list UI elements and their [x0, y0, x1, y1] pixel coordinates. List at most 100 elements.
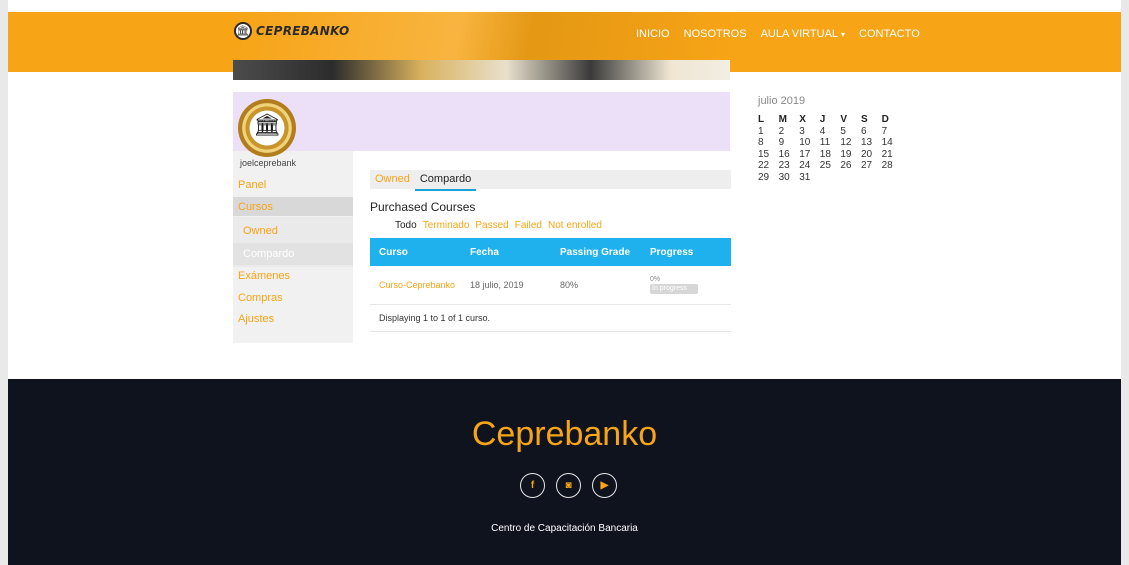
calendar-week: 29 30 31 [758, 172, 902, 184]
weekday: J [819, 114, 826, 125]
calendar-day[interactable]: 14 [882, 137, 903, 149]
courses-table: Curso Fecha Passing Grade Progress Curso… [370, 238, 731, 332]
calendar-day[interactable]: 9 [779, 137, 800, 149]
page-edge-left [0, 0, 8, 565]
calendar-day[interactable]: 31 [799, 172, 820, 184]
weekday: D [881, 114, 889, 125]
calendar-day[interactable]: 6 [861, 126, 882, 138]
calendar-day[interactable]: 7 [882, 126, 903, 138]
table-footer: Displaying 1 to 1 of 1 curso. [370, 305, 731, 332]
course-passing-grade: 80% [560, 280, 579, 290]
table-row: Curso-Ceprebanko 18 julio, 2019 80% 0% I… [370, 266, 731, 305]
calendar-day[interactable]: 19 [840, 149, 861, 161]
progress-percent: 0% [650, 276, 661, 283]
calendar-day[interactable]: 20 [861, 149, 882, 161]
chevron-down-icon: ▾ [841, 30, 846, 39]
calendar-day[interactable]: 27 [861, 160, 882, 172]
calendar-day[interactable]: 11 [820, 137, 841, 149]
calendar-day [820, 172, 841, 184]
header-progress: Progress [650, 247, 694, 258]
calendar-day[interactable]: 10 [799, 137, 820, 149]
calendar-day[interactable]: 22 [758, 160, 779, 172]
sidebar-item-examenes[interactable]: Exámenes [238, 270, 290, 282]
calendar-day[interactable]: 16 [779, 149, 800, 161]
brand-name: CEPREBANKO [256, 24, 350, 38]
filter-todo[interactable]: Todo [395, 220, 417, 231]
profile-banner [233, 92, 730, 151]
calendar-day[interactable]: 8 [758, 137, 779, 149]
calendar-day[interactable]: 28 [882, 160, 903, 172]
hero-image-strip [233, 60, 730, 80]
calendar-day[interactable]: 15 [758, 149, 779, 161]
calendar: L M X J V S D 1 2 3 4 5 6 7 8 9 10 11 12… [758, 114, 902, 183]
sidebar-item-compras[interactable]: Compras [238, 292, 283, 304]
weekday: X [799, 114, 806, 125]
nav-nosotros[interactable]: NOSOTROS [684, 28, 747, 40]
calendar-day [861, 172, 882, 184]
course-link[interactable]: Curso-Ceprebanko [379, 280, 455, 290]
instagram-icon[interactable]: ◙ [556, 473, 581, 498]
section-title: Purchased Courses [370, 200, 476, 214]
filter-terminado[interactable]: Terminado [423, 220, 470, 231]
calendar-day[interactable]: 26 [840, 160, 861, 172]
sidebar-item-panel[interactable]: Panel [238, 179, 266, 191]
header-curso: Curso [379, 247, 408, 258]
facebook-icon[interactable]: f [520, 473, 545, 498]
filter-not-enrolled[interactable]: Not enrolled [548, 220, 602, 231]
avatar: 🏛 [238, 99, 296, 157]
header-passing-grade: Passing Grade [560, 247, 631, 258]
nav-contacto[interactable]: CONTACTO [859, 28, 920, 40]
course-tabs: Owned Compardo [370, 170, 731, 191]
weekday: M [778, 114, 787, 125]
calendar-day[interactable]: 18 [820, 149, 841, 161]
calendar-day [840, 172, 861, 184]
table-header: Curso Fecha Passing Grade Progress [370, 238, 731, 266]
profile-username: joelceprebank [240, 158, 297, 168]
sidebar-item-owned[interactable]: Owned [243, 225, 278, 237]
calendar-day[interactable]: 17 [799, 149, 820, 161]
filter-passed[interactable]: Passed [475, 220, 508, 231]
site-logo[interactable]: 🏛 CEPREBANKO [234, 22, 349, 40]
social-links: f ◙ ▶ [520, 473, 617, 498]
calendar-week: 1 2 3 4 5 6 7 [758, 126, 902, 138]
weekday: V [840, 114, 848, 125]
filter-failed[interactable]: Failed [515, 220, 542, 231]
bank-icon: 🏛 [234, 22, 252, 40]
calendar-day[interactable]: 13 [861, 137, 882, 149]
nav-inicio[interactable]: INICIO [636, 28, 670, 40]
main-nav: INICIO NOSOTROS AULA VIRTUAL ▾ CONTACTO [636, 28, 920, 40]
nav-aula-virtual[interactable]: AULA VIRTUAL ▾ [761, 28, 845, 40]
calendar-day[interactable]: 3 [799, 126, 820, 138]
calendar-day[interactable]: 5 [840, 126, 861, 138]
weekday: L [758, 114, 765, 125]
calendar-day[interactable]: 29 [758, 172, 779, 184]
nav-aula-virtual-label: AULA VIRTUAL [760, 28, 839, 40]
calendar-day[interactable]: 21 [882, 149, 903, 161]
calendar-day[interactable]: 23 [779, 160, 800, 172]
header-fecha: Fecha [470, 247, 499, 258]
bank-icon: 🏛 [253, 112, 281, 137]
youtube-icon[interactable]: ▶ [592, 473, 617, 498]
calendar-day [882, 172, 903, 184]
calendar-day[interactable]: 30 [779, 172, 800, 184]
tab-owned[interactable]: Owned [370, 170, 415, 189]
calendar-day[interactable]: 24 [799, 160, 820, 172]
calendar-day[interactable]: 12 [840, 137, 861, 149]
calendar-week: 15 16 17 18 19 20 21 [758, 149, 902, 161]
calendar-weekdays: L M X J V S D [758, 114, 902, 126]
sidebar-item-compardo[interactable]: Compardo [243, 248, 294, 260]
table-pagination-info: Displaying 1 to 1 of 1 curso. [379, 313, 491, 323]
footer-title: Ceprebanko [471, 415, 658, 453]
calendar-day[interactable]: 1 [758, 126, 779, 138]
calendar-day[interactable]: 2 [779, 126, 800, 138]
calendar-day[interactable]: 25 [820, 160, 841, 172]
course-date: 18 julio, 2019 [470, 280, 524, 290]
sidebar-item-cursos[interactable]: Cursos [238, 201, 273, 213]
tab-compardo[interactable]: Compardo [414, 170, 477, 191]
footer-subtitle: Centro de Capacitación Bancaria [491, 523, 638, 534]
course-filters: Todo Terminado Passed Failed Not enrolle… [395, 220, 602, 231]
weekday: S [860, 114, 868, 125]
sidebar-item-ajustes[interactable]: Ajustes [238, 313, 274, 325]
site-footer [8, 379, 1121, 565]
calendar-day[interactable]: 4 [820, 126, 841, 138]
